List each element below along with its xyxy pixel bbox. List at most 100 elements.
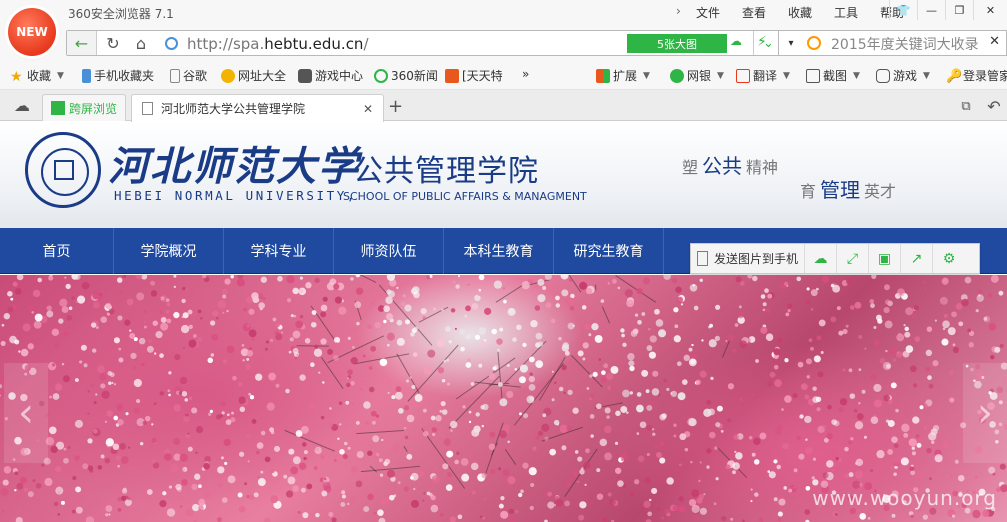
address-bar[interactable]: ← ↻ ⌂ http://spa.hebtu.edu.cn/ 5张大图 ☁ ⚡ … [66,30,784,56]
image-hover-toolbar: 发送图片到手机 ☁ ⤢ ▣ ↗ ⚙ [690,243,980,274]
page-icon [170,68,180,83]
chevron-right-icon[interactable]: › [676,4,696,21]
search-close-icon[interactable]: ✕ [989,34,1000,49]
chevron-down-icon[interactable]: ▼ [717,71,724,81]
banner-next-arrow[interactable]: › [963,363,1007,463]
nav-graduate[interactable]: 研究生教育 [554,228,664,274]
send-to-phone-button[interactable]: 发送图片到手机 [691,244,806,273]
nav-faculty[interactable]: 师资队伍 [334,228,444,274]
tab-list-icon[interactable]: ⧉ [954,95,978,117]
search-box[interactable]: ▾ 2015年度关键词大收录 ✕ [778,30,1007,56]
home-icon[interactable]: ⌂ [129,32,153,54]
nav-home[interactable]: 首页 [0,228,114,274]
back-arrow-icon[interactable]: ← [67,31,97,55]
bookmark-game-center[interactable]: 游戏中心 [298,67,363,84]
taobao-icon [445,68,459,83]
url-text[interactable]: http://spa.hebtu.edu.cn/ [187,35,369,53]
big-image-button[interactable]: 5张大图 [627,34,727,53]
key-icon: 🔑 [946,68,963,84]
refresh-icon[interactable]: ↻ [101,32,125,54]
chevron-down-icon[interactable]: ▼ [57,71,64,81]
toolbar-extensions[interactable]: 扩展 ▼ [596,67,650,84]
cloud-icon[interactable]: ☁ [730,34,742,48]
undo-close-icon[interactable]: ↶ [982,95,1006,117]
phone-icon [697,251,708,266]
scissors-icon [806,68,820,83]
motto-line-1: 塑公共 精神 [682,154,779,178]
phone-icon [82,68,91,83]
bank-icon [670,68,684,83]
tab-bar: ☁ 跨屏浏览 河北师范大学公共管理学院 ✕ + ⧉ ↶ [0,90,1007,122]
bookmark-google[interactable]: 谷歌 [170,67,207,84]
news-icon [374,68,388,83]
motto-line-2: 育管理 英才 [800,178,897,202]
translate-icon [736,68,750,83]
menu-favorites[interactable]: 收藏 [788,4,812,21]
toolbar-translate[interactable]: 翻译 ▼ [736,67,790,84]
globe-icon [165,37,178,50]
close-window-button[interactable]: ✕ [973,0,1007,20]
address-row: ← ↻ ⌂ http://spa.hebtu.edu.cn/ 5张大图 ☁ ⚡ … [0,26,1007,60]
close-tab-icon[interactable]: ✕ [363,102,373,116]
nav-undergraduate[interactable]: 本科生教育 [444,228,554,274]
page-icon [142,102,153,115]
gamepad-icon [298,68,312,83]
menu-tools[interactable]: 工具 [834,4,858,21]
expand-icon[interactable]: ⤢ [837,244,870,273]
menu-view[interactable]: 查看 [742,4,766,21]
bookmark-360-news[interactable]: 360新闻 [374,67,438,84]
nav-about[interactable]: 学院概况 [114,228,224,274]
app-title: 360安全浏览器 7.1 [68,7,174,21]
university-name-cn: 河北师范大学 [108,143,360,190]
blossom-texture [0,275,1007,522]
extensions-icon [596,68,610,83]
bookmark-mobile-favorites[interactable]: 手机收藏夹 [82,67,154,84]
school-name-cn: 公共管理学院 [353,154,539,189]
new-tab-button[interactable]: + [388,96,403,117]
star-icon: ★ [10,68,23,85]
minimize-button[interactable]: — [917,0,945,20]
skin-icon[interactable]: 👕 [889,0,917,20]
university-name-en: HEBEI NORMAL UNIVERSITY, [114,188,358,203]
toolbar-online-banking[interactable]: 网银 ▼ [670,67,724,84]
site-directory-icon [221,68,235,83]
save-icon[interactable]: ▣ [869,244,902,273]
tab-active-page[interactable]: 河北师范大学公共管理学院 ✕ [131,94,384,122]
tab-title: 河北师范大学公共管理学院 [161,102,306,116]
maximize-button[interactable]: ❐ [945,0,973,20]
chevron-down-icon[interactable]: ▼ [643,71,650,81]
hero-banner-image: ‹ › www.wooyun.org [0,275,1007,522]
search-engine-dropdown-icon[interactable]: ▾ [779,31,803,55]
chevron-down-icon[interactable]: ▼ [923,71,930,81]
site-header: 河北师范大学 公共管理学院 HEBEI NORMAL UNIVERSITY, S… [0,122,1007,228]
menu-file[interactable]: 文件 [696,4,720,21]
seal-inner [54,160,74,180]
chevron-down-icon[interactable]: ▼ [783,71,790,81]
search-engine-icon [807,36,821,50]
settings-gear-icon[interactable]: ⚙ [933,244,965,273]
bookmark-site-directory[interactable]: 网址大全 [221,67,286,84]
cloud-save-icon[interactable]: ☁ [805,244,838,273]
search-input[interactable]: 2015年度关键词大收录 [831,34,979,54]
bookmark-favorites[interactable]: ★ 收藏 ▼ [10,67,64,85]
window-controls: 👕 — ❐ ✕ [889,0,1007,20]
toolbar-login-manager[interactable]: 🔑 登录管家 [946,67,1007,84]
banner-prev-arrow[interactable]: ‹ [4,363,48,463]
new-badge[interactable]: NEW [8,8,56,56]
share-icon[interactable]: ↗ [901,244,934,273]
toolbar-screenshot[interactable]: 截图 ▼ [806,67,860,84]
cross-screen-icon [51,101,65,115]
tab-cross-screen[interactable]: 跨屏浏览 [42,94,126,121]
gamepad-icon [876,68,890,83]
bookmark-tiantian[interactable]: [天天特 [445,67,503,84]
bookmarks-bar: ★ 收藏 ▼ 手机收藏夹 谷歌 网址大全 游戏中心 360新闻 [天天特 » 扩展 ▼… [0,60,1007,90]
toolbar-games[interactable]: 游戏 ▼ [876,67,930,84]
title-bar: 360安全浏览器 7.1 › 文件 查看 收藏 工具 帮助 👕 — ❐ ✕ [0,0,1007,26]
bookmark-more[interactable]: » [522,67,529,81]
watermark: www.wooyun.org [812,486,997,510]
chevron-down-icon[interactable]: ▼ [853,71,860,81]
school-name-en: SCHOOL OF PUBLIC AFFAIRS & MANAGMENT [343,190,587,203]
university-seal-logo[interactable] [25,132,101,208]
nav-disciplines[interactable]: 学科专业 [224,228,334,274]
cloud-sync-icon[interactable]: ☁ [10,94,34,116]
